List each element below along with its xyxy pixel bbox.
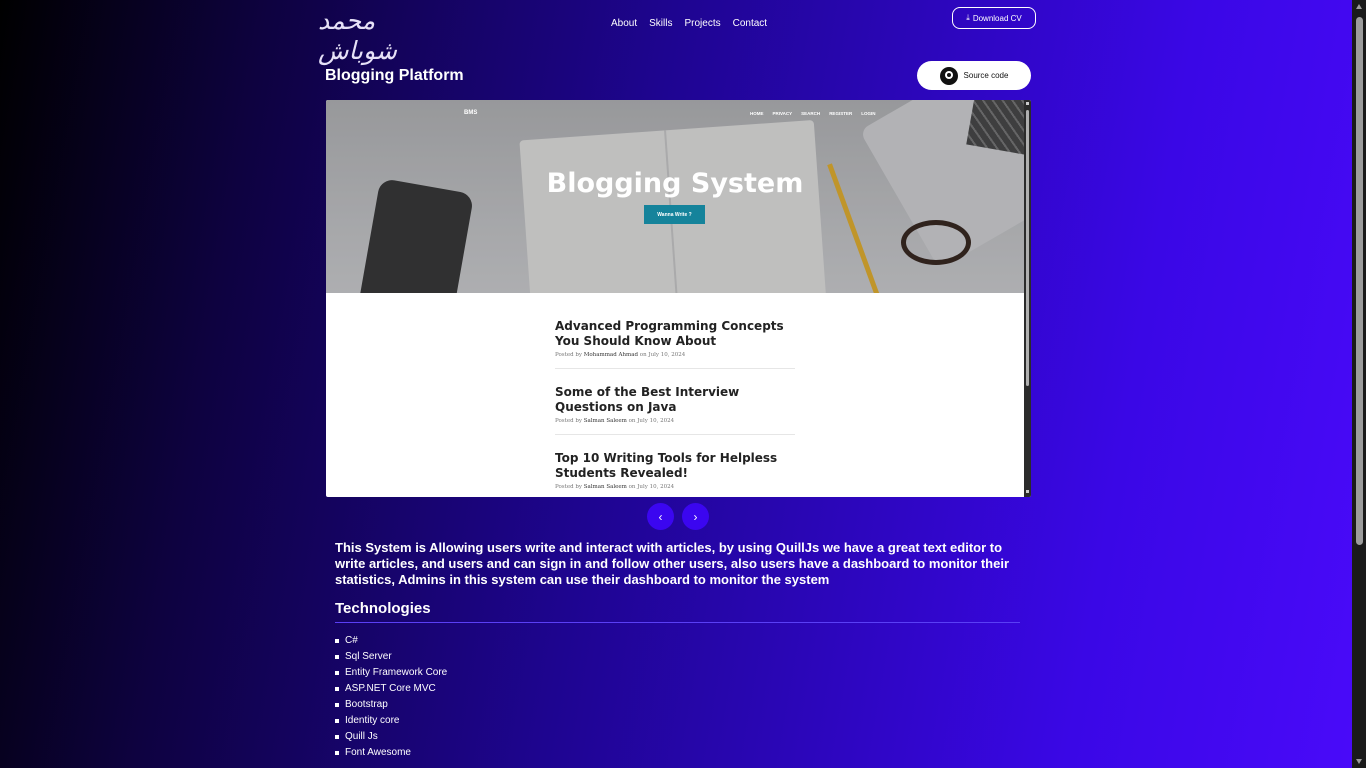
chevron-right-icon: ›: [693, 509, 698, 524]
nav-projects[interactable]: Projects: [684, 18, 720, 29]
preview-nav-home[interactable]: HOME: [750, 111, 764, 116]
list-item: Identity core: [334, 713, 447, 729]
preview-brand[interactable]: BMS: [464, 110, 477, 116]
project-title: Blogging Platform: [325, 67, 464, 84]
preview-hero-title: Blogging System: [546, 168, 804, 199]
article-author[interactable]: Salman Saleem: [584, 418, 627, 424]
article-meta: Posted by Salman Saleem on July 10, 2024: [555, 418, 795, 424]
carousel-next-button[interactable]: ›: [682, 503, 709, 530]
page-scroll-up-icon[interactable]: [1356, 4, 1362, 9]
article-meta: Posted by Salman Saleem on July 10, 2024: [555, 484, 795, 490]
main-nav: About Skills Projects Contact: [611, 18, 779, 29]
nav-skills[interactable]: Skills: [649, 18, 672, 29]
preview-nav-privacy[interactable]: PRIVACY: [773, 111, 793, 116]
preview-nav-register[interactable]: REGISTER: [829, 111, 852, 116]
preview-nav-search[interactable]: SEARCH: [801, 111, 820, 116]
list-item: Bootstrap: [334, 697, 447, 713]
article-date: on July 10, 2024: [628, 418, 675, 424]
article-meta: Posted by Mohammad Ahmad on July 10, 202…: [555, 352, 795, 358]
list-item[interactable]: Top 10 Writing Tools for Helpless Studen…: [555, 451, 795, 497]
article-date: on July 10, 2024: [628, 484, 675, 490]
list-item: Sql Server: [334, 649, 447, 665]
download-cv-label: Download CV: [972, 13, 1022, 23]
list-item[interactable]: Advanced Programming Concepts You Should…: [555, 319, 795, 369]
nav-contact[interactable]: Contact: [733, 18, 767, 29]
chevron-left-icon: ‹: [658, 509, 663, 524]
article-title[interactable]: Top 10 Writing Tools for Helpless Studen…: [555, 451, 795, 481]
preview-scroll-thumb[interactable]: [1026, 110, 1029, 386]
list-item[interactable]: Some of the Best Interview Questions on …: [555, 385, 795, 435]
source-code-label: Source code: [963, 71, 1009, 80]
scroll-down-icon[interactable]: [1026, 490, 1029, 493]
download-cv-button[interactable]: ⤓ Download CV: [952, 7, 1036, 29]
article-author[interactable]: Salman Saleem: [584, 484, 627, 490]
posted-label: Posted by: [555, 352, 582, 358]
preview-hero: BMS HOME PRIVACY SEARCH REGISTER LOGIN B…: [326, 100, 1024, 293]
nav-about[interactable]: About: [611, 18, 637, 29]
list-item: Entity Framework Core: [334, 665, 447, 681]
preview-scrollbar[interactable]: [1024, 100, 1031, 497]
technologies-list: C# Sql Server Entity Framework Core ASP.…: [334, 633, 447, 761]
source-code-button[interactable]: Source code: [917, 61, 1031, 90]
preview-nav: HOME PRIVACY SEARCH REGISTER LOGIN: [750, 111, 875, 116]
project-preview[interactable]: BMS HOME PRIVACY SEARCH REGISTER LOGIN B…: [326, 100, 1031, 497]
page-scroll-down-icon[interactable]: [1356, 759, 1362, 764]
scroll-up-icon[interactable]: [1026, 102, 1029, 105]
project-description: This System is Allowing users write and …: [335, 540, 1010, 587]
article-title[interactable]: Some of the Best Interview Questions on …: [555, 385, 795, 415]
article-date: on July 10, 2024: [639, 352, 686, 358]
github-icon: [939, 66, 958, 85]
page-scrollbar[interactable]: [1352, 0, 1366, 768]
preview-write-button[interactable]: Wanna Write ?: [644, 205, 705, 224]
posted-label: Posted by: [555, 484, 582, 490]
article-author[interactable]: Mohammad Ahmad: [584, 352, 638, 358]
technologies-heading: Technologies: [335, 600, 431, 617]
list-item: ASP.NET Core MVC: [334, 681, 447, 697]
list-item: Quill Js: [334, 729, 447, 745]
posted-label: Posted by: [555, 418, 582, 424]
carousel-prev-button[interactable]: ‹: [647, 503, 674, 530]
article-title[interactable]: Advanced Programming Concepts You Should…: [555, 319, 795, 349]
list-item: Font Awesome: [334, 745, 447, 761]
preview-article-list: Advanced Programming Concepts You Should…: [555, 319, 795, 497]
list-item: C#: [334, 633, 447, 649]
technologies-divider: [335, 622, 1020, 623]
preview-nav-login[interactable]: LOGIN: [861, 111, 875, 116]
page-scroll-thumb[interactable]: [1356, 17, 1363, 545]
download-icon: ⤓: [966, 13, 970, 22]
site-logo[interactable]: محمد شوباش: [318, 6, 426, 65]
